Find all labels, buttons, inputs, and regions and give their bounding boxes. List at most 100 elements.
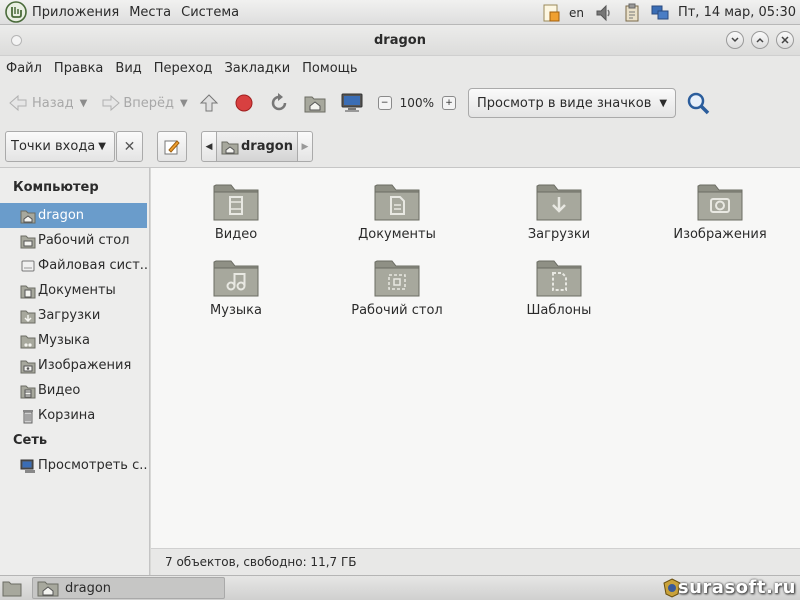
zoom-out-button[interactable]: − <box>377 96 392 110</box>
sidebar-item-7[interactable]: Видео <box>0 378 147 403</box>
computer-button[interactable] <box>340 88 364 118</box>
templates-folder-icon <box>536 260 582 297</box>
window-titlebar[interactable]: dragon <box>0 25 800 56</box>
search-icon <box>687 92 710 115</box>
sidebar-item-label: Загрузки <box>38 308 101 323</box>
network-status-icon[interactable] <box>650 3 670 23</box>
watermark-text: surasoft.ru <box>677 577 796 598</box>
sidebar-item-label: Изображения <box>38 358 132 373</box>
documents-folder-icon <box>20 285 36 298</box>
forward-history-dropdown[interactable]: ▼ <box>180 98 188 109</box>
file-name: Изображения <box>673 227 767 242</box>
sidebar-item-label: Корзина <box>38 408 96 423</box>
file-item[interactable]: Рабочий стол <box>317 256 477 318</box>
mint-logo-icon[interactable] <box>5 1 27 23</box>
home-folder-icon <box>37 581 59 597</box>
home-button[interactable] <box>304 88 326 118</box>
file-name: Рабочий стол <box>351 303 443 318</box>
menu-help[interactable]: Помощь <box>302 61 357 76</box>
sidebar: Компьютер dragon Рабочий стол Файловая сис… <box>0 168 150 575</box>
back-label: Назад <box>32 95 74 111</box>
file-item[interactable]: Шаблоны <box>479 256 639 318</box>
menu-view[interactable]: Вид <box>115 61 141 76</box>
file-item[interactable]: Музыка <box>156 256 316 318</box>
pictures-folder-icon <box>20 360 36 373</box>
reload-button[interactable] <box>268 88 290 118</box>
file-name: Музыка <box>210 303 262 318</box>
search-button[interactable] <box>686 88 710 118</box>
sidebar-item-label: Музыка <box>38 333 90 348</box>
computer-icon <box>341 93 363 112</box>
location-bar: Точки входа ▼ ✕ ◀ dragon ▶ <box>0 126 800 168</box>
notes-icon[interactable] <box>541 3 561 23</box>
file-item[interactable]: Изображения <box>640 180 800 242</box>
back-history-dropdown[interactable]: ▼ <box>80 98 88 109</box>
sidebar-item-0[interactable]: dragon <box>0 203 147 228</box>
reload-icon <box>271 93 286 111</box>
panel-menu-system[interactable]: Система <box>181 5 239 20</box>
view-mode-select[interactable]: Просмотр в виде значков ▼ <box>467 88 677 118</box>
keyboard-layout[interactable]: en <box>569 6 584 20</box>
file-item[interactable]: Загрузки <box>479 180 639 242</box>
forward-label: Вперёд <box>123 95 174 111</box>
breadcrumb-label: dragon <box>241 139 293 154</box>
volume-icon[interactable] <box>594 3 614 23</box>
file-name: Документы <box>358 227 436 242</box>
file-name: Видео <box>214 227 258 242</box>
close-button[interactable] <box>776 31 794 49</box>
bottom-panel: dragon surasoft.ru <box>0 575 800 600</box>
zoom-in-button[interactable]: + <box>441 96 456 110</box>
documents-folder-icon <box>374 184 420 221</box>
breadcrumb-left-button[interactable]: ◀ <box>201 131 217 162</box>
clock[interactable]: Пт, 14 мар, 05:30 <box>678 5 796 20</box>
toggle-location-entry-button[interactable] <box>157 131 187 162</box>
sidebar-item-1[interactable]: Рабочий стол <box>0 228 147 253</box>
breadcrumb-right-button[interactable]: ▶ <box>296 131 313 162</box>
sidebar-item-5[interactable]: Музыка <box>0 328 147 353</box>
stop-button[interactable] <box>234 88 254 118</box>
sidebar-network-item-0[interactable]: Просмотреть с... <box>0 453 147 478</box>
menu-bookmarks[interactable]: Закладки <box>224 61 290 76</box>
window-menu-icon[interactable] <box>11 35 22 46</box>
sidebar-item-4[interactable]: Загрузки <box>0 303 147 328</box>
up-button[interactable] <box>198 88 220 118</box>
stop-icon <box>235 94 253 112</box>
file-view[interactable]: Видео Документы Загрузки Изображения Музыка Р… <box>151 168 800 548</box>
menu-go[interactable]: Переход <box>154 61 213 76</box>
sidebar-mode-label: Точки входа <box>11 139 96 154</box>
home-folder-icon <box>20 210 36 223</box>
filesystem-icon <box>21 260 35 271</box>
sidebar-item-6[interactable]: Изображения <box>0 353 147 378</box>
menu-edit[interactable]: Правка <box>54 61 103 76</box>
chevron-down-icon: ▼ <box>659 97 668 109</box>
breadcrumb-item-dragon[interactable]: dragon <box>217 131 297 162</box>
status-bar: 7 объектов, свободно: 11,7 ГБ <box>151 548 800 575</box>
forward-arrow-icon <box>102 94 121 112</box>
file-item[interactable]: Видео <box>156 180 316 242</box>
back-arrow-icon <box>9 94 27 112</box>
file-item[interactable]: Документы <box>317 180 477 242</box>
clipboard-icon[interactable] <box>622 3 642 23</box>
sidebar-mode-select[interactable]: Точки входа ▼ <box>5 131 115 162</box>
minimize-button[interactable] <box>726 31 744 49</box>
window-title: dragon <box>374 32 426 48</box>
back-button[interactable]: Назад <box>6 88 74 118</box>
sidebar-item-2[interactable]: Файловая сист... <box>0 253 147 278</box>
sidebar-item-3[interactable]: Документы <box>0 278 147 303</box>
home-folder-icon <box>221 141 239 154</box>
panel-menu-applications[interactable]: Приложения <box>32 5 119 20</box>
sidebar-item-label: Файловая сист... <box>38 258 147 273</box>
panel-menu-places[interactable]: Места <box>129 5 171 20</box>
taskbar-window-button[interactable]: dragon <box>32 577 225 599</box>
close-sidebar-button[interactable]: ✕ <box>116 131 143 162</box>
forward-button[interactable]: Вперёд <box>97 88 174 118</box>
videos-folder-icon <box>20 385 36 398</box>
show-desktop-icon[interactable] <box>2 579 22 597</box>
sidebar-item-label: dragon <box>38 208 85 223</box>
sidebar-item-8[interactable]: Корзина <box>0 403 147 428</box>
menu-file[interactable]: Файл <box>6 61 42 76</box>
maximize-button[interactable] <box>751 31 769 49</box>
taskbar-window-label: dragon <box>65 580 112 596</box>
pictures-folder-icon <box>697 184 743 221</box>
file-name: Шаблоны <box>526 303 592 318</box>
